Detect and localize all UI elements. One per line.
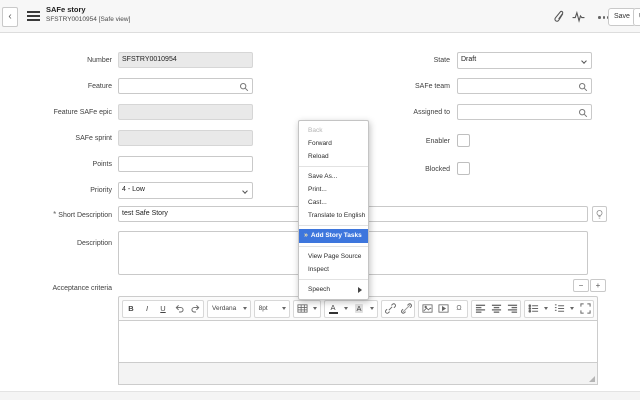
chevron-down-icon xyxy=(344,307,348,310)
background-color-button[interactable]: A xyxy=(351,301,367,317)
safe-sprint-label: SAFe sprint xyxy=(6,134,112,143)
safe-sprint-field xyxy=(118,130,253,146)
redo-icon[interactable] xyxy=(187,301,203,317)
menu-item-cast[interactable]: Cast... xyxy=(299,196,368,209)
table-icon[interactable] xyxy=(294,301,310,317)
form-header: ‹ SAFe story SFSTRY0010954 [Safe view] S… xyxy=(0,0,640,33)
activity-stream-icon[interactable] xyxy=(572,10,585,23)
update-button[interactable]: Update xyxy=(633,8,640,26)
bold-button[interactable]: B xyxy=(123,301,139,317)
state-select[interactable]: Draft xyxy=(457,52,592,69)
chevron-down-icon xyxy=(581,58,587,64)
safe-team-field[interactable] xyxy=(457,78,592,94)
short-description-label: *Short Description xyxy=(6,210,112,220)
attachment-paperclip-icon[interactable] xyxy=(553,10,566,23)
font-family-select[interactable]: Verdana xyxy=(207,300,251,318)
chevron-down-icon xyxy=(544,307,548,310)
insert-image-icon[interactable] xyxy=(419,301,435,317)
editor-status-bar xyxy=(118,363,598,385)
enabler-checkbox[interactable] xyxy=(457,134,470,147)
menu-item-inspect[interactable]: Inspect xyxy=(299,263,368,276)
back-button[interactable]: ‹ xyxy=(2,7,18,27)
align-left-icon[interactable] xyxy=(472,301,488,317)
chevron-down-icon xyxy=(242,188,248,194)
feature-field[interactable] xyxy=(118,78,253,94)
menu-separator xyxy=(299,279,368,280)
chevron-down-icon xyxy=(282,307,286,310)
menu-item-save-as[interactable]: Save As... xyxy=(299,170,368,183)
description-label: Description xyxy=(6,239,112,248)
page-title: SAFe story xyxy=(46,5,86,14)
menu-item-reload[interactable]: Reload xyxy=(299,150,368,163)
points-field[interactable] xyxy=(118,156,253,172)
remove-link-icon[interactable] xyxy=(398,301,414,317)
chevron-down-icon xyxy=(370,307,374,310)
underline-button[interactable]: U xyxy=(155,301,171,317)
italic-button[interactable]: I xyxy=(139,301,155,317)
resize-handle[interactable] xyxy=(589,376,595,382)
menu-item-view-page-source[interactable]: View Page Source xyxy=(299,250,368,263)
required-asterisk-icon: * xyxy=(53,210,56,219)
acceptance-criteria-row-controls: − + xyxy=(573,279,606,292)
fullscreen-icon[interactable] xyxy=(577,301,593,317)
chevron-down-icon xyxy=(243,307,247,310)
extension-icon: » xyxy=(304,229,308,243)
bullet-list-icon[interactable] xyxy=(525,301,541,317)
blocked-checkbox[interactable] xyxy=(457,162,470,175)
context-menu-icon[interactable] xyxy=(27,11,40,22)
special-character-icon[interactable]: Ω xyxy=(451,301,467,317)
page-bottom-strip xyxy=(0,391,640,400)
safe-story-form-page: ‹ SAFe story SFSTRY0010954 [Safe view] S… xyxy=(0,0,640,400)
feature-label: Feature xyxy=(6,82,112,91)
insert-link-icon[interactable] xyxy=(382,301,398,317)
feature-search-icon[interactable] xyxy=(239,82,249,92)
numbered-list-icon[interactable] xyxy=(551,301,567,317)
state-label: State xyxy=(348,56,450,65)
points-label: Points xyxy=(6,160,112,169)
menu-item-speech[interactable]: Speech xyxy=(299,283,368,296)
safe-team-label: SAFe team xyxy=(348,82,450,91)
remove-row-button[interactable]: − xyxy=(573,279,589,292)
save-button[interactable]: Save xyxy=(608,8,636,26)
feature-safe-epic-label: Feature SAFe epic xyxy=(6,108,112,117)
suggestion-lightbulb-button[interactable] xyxy=(592,206,607,222)
chevron-down-icon xyxy=(313,307,317,310)
acceptance-criteria-label: Acceptance criteria xyxy=(6,284,112,293)
align-center-icon[interactable] xyxy=(488,301,504,317)
chevron-down-icon xyxy=(570,307,574,310)
acceptance-criteria-richtext-editor: B I U Verdana 8pt xyxy=(118,296,598,385)
menu-item-add-story-tasks[interactable]: » Add Story Tasks xyxy=(299,229,368,243)
editor-content-area[interactable] xyxy=(118,321,598,363)
add-row-button[interactable]: + xyxy=(590,279,606,292)
menu-item-translate[interactable]: Translate to English xyxy=(299,209,368,222)
feature-safe-epic-field xyxy=(118,104,253,120)
number-label: Number xyxy=(6,56,112,65)
menu-item-back: Back xyxy=(299,124,368,137)
assigned-to-search-icon[interactable] xyxy=(578,108,588,118)
priority-select[interactable]: 4 - Low xyxy=(118,182,253,199)
insert-media-icon[interactable] xyxy=(435,301,451,317)
number-field: SFSTRY0010954 xyxy=(118,52,253,68)
submenu-arrow-icon xyxy=(358,287,362,293)
assigned-to-label: Assigned to xyxy=(348,108,450,117)
undo-icon[interactable] xyxy=(171,301,187,317)
browser-context-menu: Back Forward Reload Save As... Print... … xyxy=(298,120,369,300)
record-number-subtitle: SFSTRY0010954 [Safe view] xyxy=(46,16,130,23)
text-color-button[interactable]: A xyxy=(325,301,341,317)
menu-item-forward[interactable]: Forward xyxy=(299,137,368,150)
align-right-icon[interactable] xyxy=(504,301,520,317)
menu-separator xyxy=(299,166,368,167)
menu-separator xyxy=(299,225,368,226)
safe-team-search-icon[interactable] xyxy=(578,82,588,92)
font-size-select[interactable]: 8pt xyxy=(254,300,290,318)
assigned-to-field[interactable] xyxy=(457,104,592,120)
menu-item-print[interactable]: Print... xyxy=(299,183,368,196)
priority-label: Priority xyxy=(6,186,112,195)
menu-separator xyxy=(299,246,368,247)
